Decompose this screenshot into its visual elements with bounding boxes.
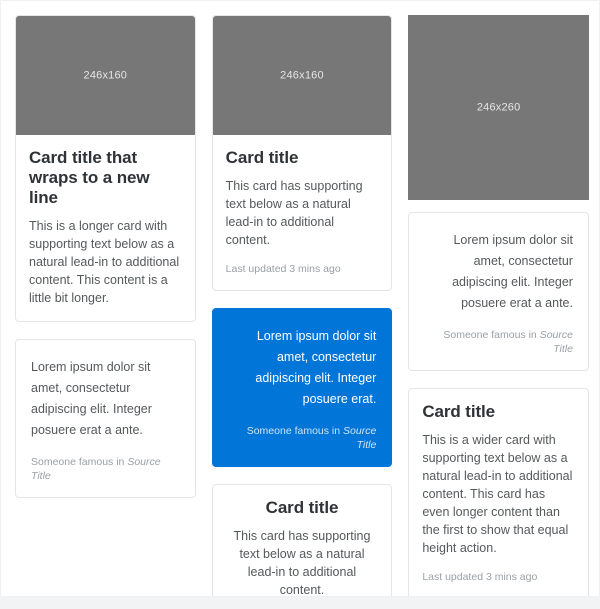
card-title: Card title <box>225 148 299 167</box>
card-body: Card title that wraps to a new line This… <box>16 135 195 321</box>
card-columns-container: 246x160 Card title that wraps to a new l… <box>15 15 589 597</box>
card-text: This is a wider card with supporting tex… <box>422 433 573 555</box>
blockquote-footer: Someone famous in Source Title <box>228 424 377 452</box>
card-body: Lorem ipsum dolor sit amet, consectetur … <box>16 340 195 497</box>
card-title: Card title that wraps to a new line <box>29 148 150 207</box>
card-centered[interactable]: Card title This card has supporting text… <box>211 484 393 597</box>
card-title: Card title <box>422 402 495 421</box>
image-only-block: 246x260 <box>408 15 589 200</box>
card-text: This card has supporting text below as a… <box>233 529 371 597</box>
card-body: Card title This card has supporting text… <box>213 485 392 597</box>
blockquote-footer-prefix: Someone famous in <box>246 425 341 437</box>
card-quote-right[interactable]: Lorem ipsum dolor sit amet, consectetur … <box>408 212 589 371</box>
card-meta-timestamp: Last updated 3 mins ago <box>422 571 538 583</box>
card-title-meta[interactable]: 246x160 Card title This card has support… <box>211 15 393 291</box>
card-columns-page: 246x160 Card title that wraps to a new l… <box>0 0 600 597</box>
blockquote-text: Lorem ipsum dolor sit amet, consectetur … <box>452 233 573 310</box>
card-body: Lorem ipsum dolor sit amet, consectetur … <box>409 213 588 370</box>
card-wider[interactable]: Card title This is a wider card with sup… <box>408 388 589 596</box>
blockquote-text: Lorem ipsum dolor sit amet, consectetur … <box>31 360 152 437</box>
blockquote-source: Source Title <box>539 329 573 355</box>
image-dimension-label: 246x160 <box>83 69 128 81</box>
card-text: This is a longer card with supporting te… <box>29 219 180 305</box>
blockquote-footer: Someone famous in Source Title <box>31 455 180 483</box>
card-image-placeholder: 246x160 <box>212 16 392 135</box>
blockquote-footer-prefix: Someone famous in <box>31 456 125 468</box>
card-body: Card title This card has supporting text… <box>213 135 392 290</box>
card-image-placeholder: 246x260 <box>408 15 589 200</box>
card-text: This card has supporting text below as a… <box>225 179 363 247</box>
bottom-strip <box>0 597 600 609</box>
image-dimension-label: 246x160 <box>280 69 324 81</box>
blockquote-footer: Someone famous in Source Title <box>424 328 573 356</box>
card-image-placeholder: 246x160 <box>16 16 195 135</box>
card-quote-left[interactable]: Lorem ipsum dolor sit amet, consectetur … <box>15 339 196 498</box>
blockquote-footer-prefix: Someone famous in <box>443 329 537 341</box>
card-body: Card title This is a wider card with sup… <box>409 389 588 596</box>
image-dimension-label: 246x260 <box>476 101 521 113</box>
blockquote-text: Lorem ipsum dolor sit amet, consectetur … <box>255 329 377 406</box>
card-wrapping-title[interactable]: 246x160 Card title that wraps to a new l… <box>15 15 196 322</box>
card-meta-timestamp: Last updated 3 mins ago <box>225 263 341 275</box>
blockquote-source: Source Title <box>343 425 377 451</box>
card-title: Card title <box>265 498 339 517</box>
card-body: Lorem ipsum dolor sit amet, consectetur … <box>213 309 392 466</box>
card-quote-primary[interactable]: Lorem ipsum dolor sit amet, consectetur … <box>211 308 393 467</box>
